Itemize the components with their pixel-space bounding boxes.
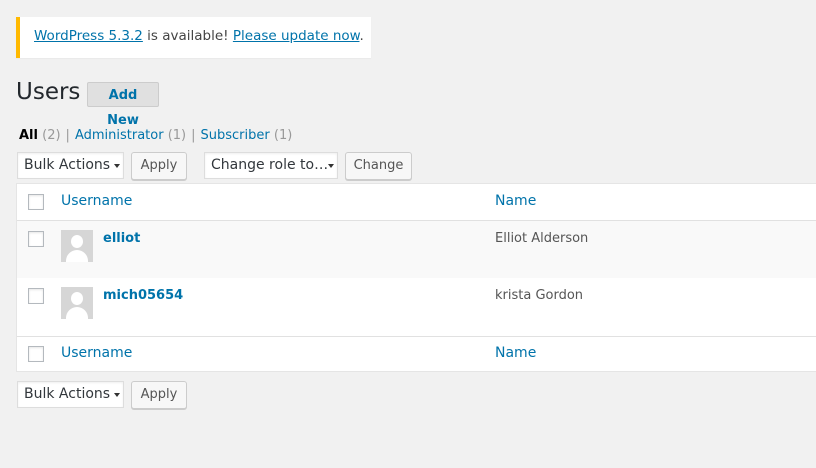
apply-button-top[interactable]: Apply [131,152,187,180]
bulk-actions-label: Bulk Actions [24,386,111,402]
user-full-name: krista Gordon [495,288,584,303]
name-column-header[interactable]: Name [495,193,536,209]
table-header: Username Name [17,184,816,221]
filter-subscriber[interactable]: Subscriber (1) [201,128,293,143]
chevron-down-icon [114,393,120,397]
bulk-actions-label: Bulk Actions [24,157,111,173]
row-checkbox[interactable] [28,231,44,247]
row-checkbox[interactable] [28,288,44,304]
user-full-name: Elliot Alderson [495,231,589,246]
username-link[interactable]: elliot [103,231,140,246]
select-all-checkbox[interactable] [28,194,44,210]
notice-text: is available! [142,28,233,44]
table-footer: Username Name [17,336,816,373]
change-role-select[interactable]: Change role to… [204,152,338,179]
filter-administrator[interactable]: Administrator (1) [75,128,186,143]
bulk-actions-select-bottom[interactable]: Bulk Actions [17,381,124,408]
table-row: mich05654 krista Gordon [17,278,816,335]
avatar [61,230,93,262]
filter-separator: | [65,128,70,143]
select-all-checkbox-footer[interactable] [28,346,44,362]
username-link[interactable]: mich05654 [103,288,183,303]
change-role-button[interactable]: Change [345,152,412,180]
chevron-down-icon [328,164,334,168]
chevron-down-icon [114,164,120,168]
page-title: Users [16,79,81,105]
username-column-header[interactable]: Username [61,193,132,209]
notice-period: . [359,28,364,44]
update-notice: WordPress 5.3.2 is available! Please upd… [16,17,371,58]
add-new-button[interactable]: Add New [87,82,159,128]
users-table: Username Name elliot Elliot Alderson mic… [16,183,816,372]
change-role-label: Change role to… [211,157,329,173]
wordpress-version-link[interactable]: WordPress 5.3.2 [34,28,143,44]
update-now-link[interactable]: Please update now [233,28,360,44]
username-column-footer[interactable]: Username [61,345,132,361]
table-row: elliot Elliot Alderson [17,221,816,278]
name-column-footer[interactable]: Name [495,345,536,361]
filter-all[interactable]: All (2) [19,128,61,143]
bulk-actions-select-top[interactable]: Bulk Actions [17,152,124,179]
apply-button-bottom[interactable]: Apply [131,381,187,409]
avatar [61,287,93,319]
user-role-filters: All (2) | Administrator (1) | Subscriber (1) [19,128,292,143]
filter-separator: | [191,128,196,143]
